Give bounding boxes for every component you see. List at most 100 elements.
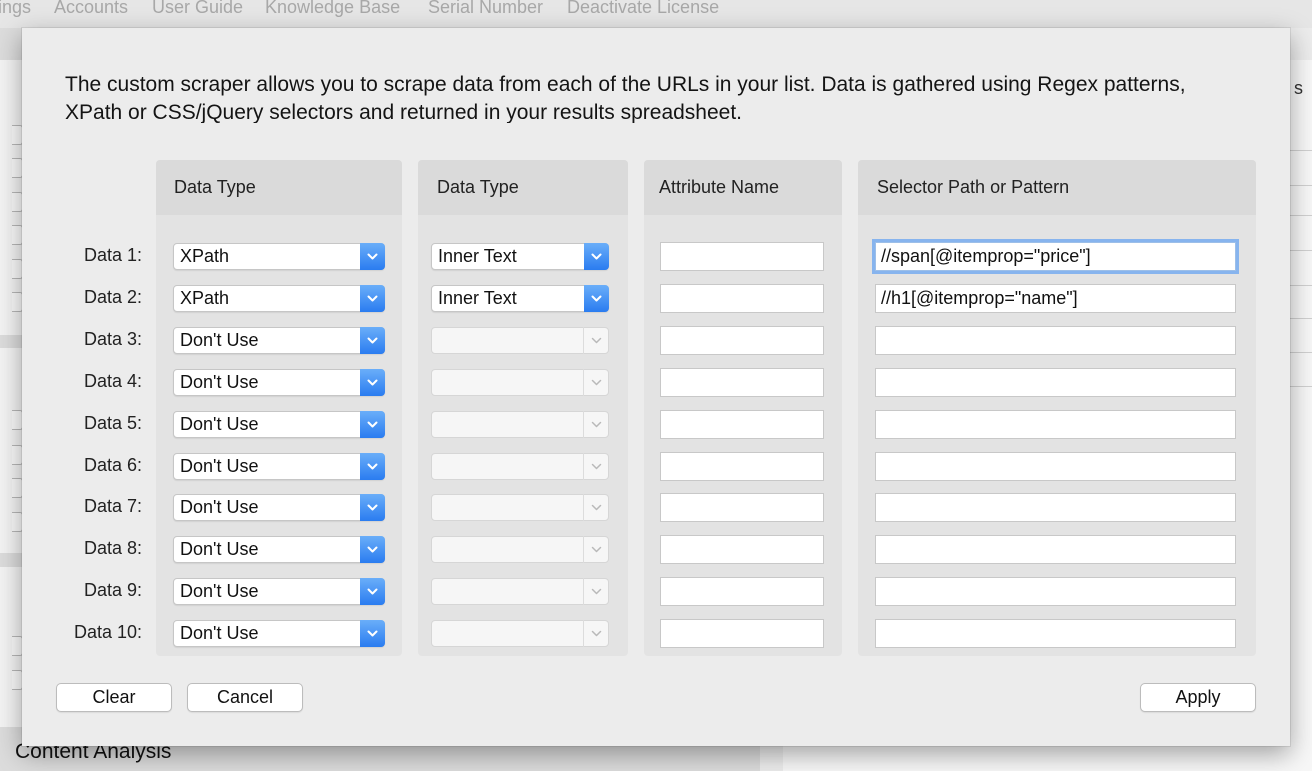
- selector-field-9[interactable]: [875, 577, 1236, 606]
- selector-field-10[interactable]: [875, 619, 1236, 648]
- selector-header: Selector Path or Pattern: [877, 177, 1070, 197]
- attribute-name-input[interactable]: [661, 494, 823, 521]
- selector-input[interactable]: [876, 494, 1235, 521]
- apply-button[interactable]: Apply: [1140, 683, 1256, 712]
- row-label-2: Data 2:: [83, 287, 142, 307]
- attribute-name-field-7[interactable]: [660, 493, 824, 522]
- extract-type-select-1[interactable]: Inner Text: [431, 243, 609, 270]
- selector-field-7[interactable]: [875, 493, 1236, 522]
- selector-input[interactable]: [876, 620, 1235, 647]
- attribute-name-field-10[interactable]: [660, 619, 824, 648]
- row-label-7: Data 7:: [83, 496, 142, 516]
- data-type-select-10[interactable]: Don't Use: [173, 620, 385, 647]
- chevron-down-icon: [360, 453, 385, 480]
- extract-type-select-3[interactable]: [431, 327, 609, 354]
- menu-item-accounts[interactable]: Accounts: [54, 0, 128, 18]
- attribute-name-input[interactable]: [661, 411, 823, 438]
- menu-item-user-guide[interactable]: User Guide: [152, 0, 243, 18]
- menu-item-settings[interactable]: ings: [0, 0, 31, 18]
- cancel-button[interactable]: Cancel: [187, 683, 303, 712]
- attribute-name-input[interactable]: [661, 285, 823, 312]
- data-type-select-5[interactable]: Don't Use: [173, 411, 385, 438]
- attribute-name-input[interactable]: [661, 453, 823, 480]
- background-divider: [1290, 386, 1312, 387]
- selector-field-8[interactable]: [875, 535, 1236, 564]
- extract-type-select-6[interactable]: [431, 453, 609, 480]
- selector-input[interactable]: [876, 536, 1235, 563]
- attribute-name-field-3[interactable]: [660, 326, 824, 355]
- data-type-header-2: Data Type: [437, 177, 519, 197]
- selector-input[interactable]: [876, 578, 1235, 605]
- row-label-5: Data 5:: [83, 413, 142, 433]
- selector-input[interactable]: [876, 285, 1235, 312]
- attribute-name-field-4[interactable]: [660, 368, 824, 397]
- column-header: Selector Path or Pattern: [858, 160, 1256, 215]
- clear-button[interactable]: Clear: [56, 683, 172, 712]
- selector-field-3[interactable]: [875, 326, 1236, 355]
- selector-field-5[interactable]: [875, 410, 1236, 439]
- select-value: Don't Use: [180, 581, 259, 601]
- row-label-8: Data 8:: [83, 538, 142, 558]
- custom-scraper-dialog: The custom scraper allows you to scrape …: [22, 28, 1290, 746]
- menu-item-deactivate-license[interactable]: Deactivate License: [567, 0, 719, 18]
- data-type-select-1[interactable]: XPath: [173, 243, 385, 270]
- column-header: Data Type: [156, 160, 402, 215]
- attribute-name-input[interactable]: [661, 536, 823, 563]
- select-value: Don't Use: [180, 497, 259, 517]
- extract-type-select-9[interactable]: [431, 578, 609, 605]
- row-label-1: Data 1:: [83, 245, 142, 265]
- extract-type-select-5[interactable]: [431, 411, 609, 438]
- column-header: Data Type: [418, 160, 628, 215]
- selector-field-2[interactable]: [875, 284, 1236, 313]
- data-type-select-8[interactable]: Don't Use: [173, 536, 385, 563]
- extract-type-select-2[interactable]: Inner Text: [431, 285, 609, 312]
- chevron-down-icon: [360, 285, 385, 312]
- select-value: XPath: [180, 288, 230, 308]
- chevron-down-icon: [360, 578, 385, 605]
- extract-type-select-7[interactable]: [431, 494, 609, 521]
- attribute-name-field-8[interactable]: [660, 535, 824, 564]
- background-divider: [1290, 250, 1312, 251]
- extract-type-select-8[interactable]: [431, 536, 609, 563]
- selector-input[interactable]: [876, 369, 1235, 396]
- selector-input[interactable]: [876, 327, 1235, 354]
- chevron-down-icon: [583, 369, 609, 396]
- selector-input[interactable]: [876, 411, 1235, 438]
- selector-field-6[interactable]: [875, 452, 1236, 481]
- selector-input[interactable]: [876, 243, 1235, 270]
- selector-field-1[interactable]: [875, 242, 1236, 271]
- attribute-name-input[interactable]: [661, 327, 823, 354]
- select-value: XPath: [180, 246, 230, 266]
- chevron-down-icon: [583, 578, 609, 605]
- app-menubar: ings Accounts User Guide Knowledge Base …: [0, 0, 1312, 28]
- extract-type-select-4[interactable]: [431, 369, 609, 396]
- attribute-name-field-1[interactable]: [660, 242, 824, 271]
- extract-type-select-10[interactable]: [431, 620, 609, 647]
- row-label-4: Data 4:: [83, 371, 142, 391]
- chevron-down-icon: [360, 369, 385, 396]
- attribute-name-input[interactable]: [661, 578, 823, 605]
- attribute-name-input[interactable]: [661, 620, 823, 647]
- data-type-select-2[interactable]: XPath: [173, 285, 385, 312]
- attribute-name-field-6[interactable]: [660, 452, 824, 481]
- selector-input[interactable]: [876, 453, 1235, 480]
- data-type-select-7[interactable]: Don't Use: [173, 494, 385, 521]
- column-header: Attribute Name: [644, 160, 842, 215]
- data-type-select-6[interactable]: Don't Use: [173, 453, 385, 480]
- attribute-name-input[interactable]: [661, 369, 823, 396]
- data-type-select-3[interactable]: Don't Use: [173, 327, 385, 354]
- data-type-select-9[interactable]: Don't Use: [173, 578, 385, 605]
- attribute-name-input[interactable]: [661, 243, 823, 270]
- attribute-name-field-9[interactable]: [660, 577, 824, 606]
- attribute-name-field-5[interactable]: [660, 410, 824, 439]
- chevron-down-icon: [360, 327, 385, 354]
- attribute-name-field-2[interactable]: [660, 284, 824, 313]
- data-type-select-4[interactable]: Don't Use: [173, 369, 385, 396]
- menu-item-knowledge-base[interactable]: Knowledge Base: [265, 0, 400, 18]
- menu-item-serial-number[interactable]: Serial Number: [428, 0, 543, 18]
- row-label-9: Data 9:: [83, 580, 142, 600]
- chevron-down-icon: [584, 243, 609, 270]
- background-divider: [1290, 150, 1312, 151]
- row-label-10: Data 10:: [73, 622, 142, 642]
- selector-field-4[interactable]: [875, 368, 1236, 397]
